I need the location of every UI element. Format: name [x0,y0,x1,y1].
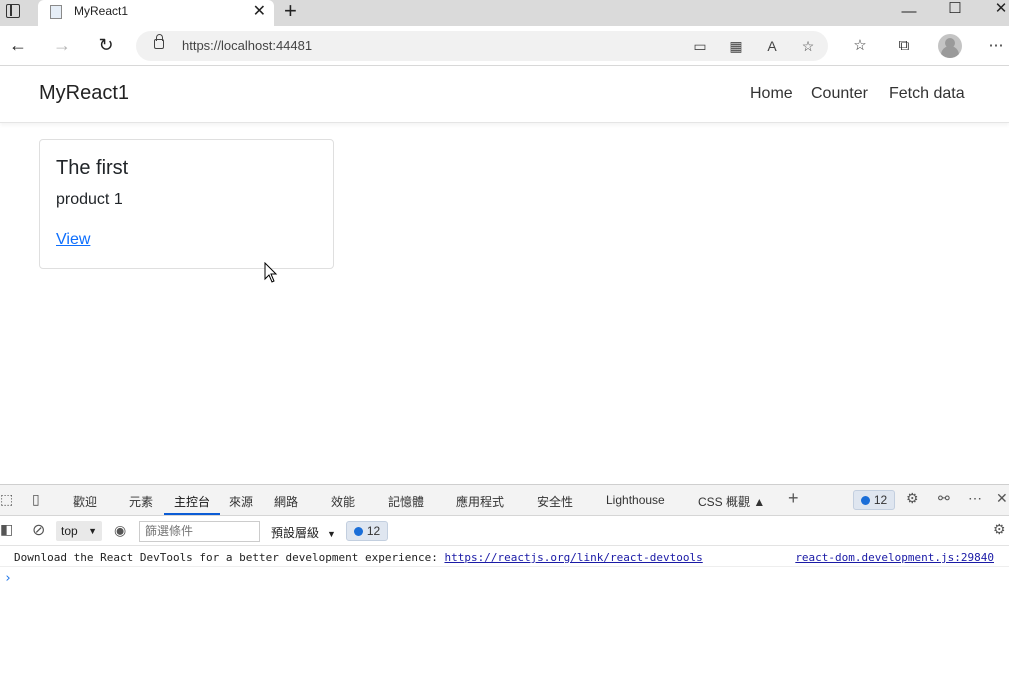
tab-network[interactable]: 網路 [274,493,298,510]
mouse-cursor-icon [264,262,278,283]
refresh-button[interactable]: ↻ [94,34,118,58]
filter-input[interactable]: 篩選條件 [139,521,260,542]
console-source-link[interactable]: react-dom.development.js:29840 [795,551,994,564]
tab-lighthouse[interactable]: Lighthouse [606,493,665,507]
read-aloud-icon[interactable]: A [762,36,782,56]
devtools-tabbar: ⬚ ▯ 歡迎 元素 主控台 來源 網路 效能 記憶體 應用程式 安全性 Ligh… [0,485,1009,516]
collections-icon[interactable]: ⧉ [892,34,916,58]
add-favorite-icon[interactable]: ☆ [798,36,818,56]
close-devtools-icon[interactable]: ✕ [996,490,1008,507]
message-icon [353,527,363,536]
nav-link-home[interactable]: Home [750,85,793,103]
issues-badge[interactable]: 12 [853,490,895,510]
tab-css-overview[interactable]: CSS 概觀 ▲ [698,493,765,510]
close-window-button[interactable]: ✕ [978,1,1009,27]
inspect-element-icon[interactable]: ⬚ [0,491,13,508]
console-issues-badge[interactable]: 12 [346,521,388,541]
tab-console[interactable]: 主控台 [174,493,210,510]
settings-gear-icon[interactable]: ⚙ [906,490,919,507]
log-level-value: 預設層級 [271,526,320,540]
console-message-text: Download the React DevTools for a better… [14,551,445,564]
tab-security[interactable]: 安全性 [537,493,573,510]
tab-actions-icon[interactable] [6,4,20,18]
live-expression-eye-icon[interactable]: ◉ [114,522,126,539]
console-message-row: Download the React DevTools for a better… [0,547,1009,567]
devtools-panel: ⬚ ▯ 歡迎 元素 主控台 來源 網路 效能 記憶體 應用程式 安全性 Ligh… [0,484,1009,687]
browser-titlebar: MyReact1 ✕ + — ☐ ✕ [0,0,1009,26]
favorites-icon[interactable]: ☆ [848,34,872,58]
console-prompt-icon[interactable]: › [4,571,12,586]
tab-welcome[interactable]: 歡迎 [73,493,97,510]
app-available-icon[interactable]: ▭ [690,36,710,56]
qr-code-icon[interactable]: ▦ [726,36,746,56]
view-link[interactable]: View [56,231,90,249]
dropdown-arrow-icon: ▼ [88,526,97,536]
tab-title: MyReact1 [74,4,129,18]
message-icon [860,496,870,505]
customize-devtools-icon[interactable]: ⋯ [968,490,982,507]
tab-elements[interactable]: 元素 [129,493,153,510]
context-select[interactable]: top ▼ [56,521,102,541]
active-tab-indicator [164,513,220,515]
dock-side-icon[interactable]: ⚯ [938,490,950,507]
page-favicon-icon [50,5,62,19]
product-card: The first product 1 View [39,139,334,269]
more-tools-icon[interactable]: + [788,488,799,509]
browser-toolbar: ← → ↻ https://localhost:44481 ▭ ▦ A ☆ ☆ … [0,26,1009,66]
card-text: product 1 [56,191,123,208]
react-devtools-link[interactable]: https://reactjs.org/link/react-devtools [444,551,702,564]
more-options-icon[interactable]: ⋯ [984,34,1008,58]
nav-link-fetch-data[interactable]: Fetch data [889,85,965,103]
profile-avatar[interactable] [938,34,962,58]
console-toolbar: ◧ ⊘ top ▼ ◉ 篩選條件 預設層級 ▼ 12 ⚙ [0,516,1009,546]
console-settings-icon[interactable]: ⚙ [993,521,1006,538]
tab-application[interactable]: 應用程式 [456,493,504,510]
issues-count: 12 [873,493,888,507]
device-emulation-icon[interactable]: ▯ [32,491,40,508]
console-message: Download the React DevTools for a better… [14,551,703,564]
dropdown-arrow-icon: ▼ [327,529,336,539]
maximize-button[interactable]: ☐ [932,1,978,27]
clear-console-icon[interactable]: ⊘ [32,520,45,540]
console-issues-count: 12 [366,524,381,538]
context-value: top [61,524,78,538]
url-text[interactable]: https://localhost:44481 [182,38,312,53]
back-button[interactable]: ← [6,34,30,58]
nav-link-counter[interactable]: Counter [811,85,868,103]
tab-memory[interactable]: 記憶體 [388,493,424,510]
log-level-select[interactable]: 預設層級 ▼ [271,524,336,541]
forward-button[interactable]: → [50,34,74,58]
sidebar-toggle-icon[interactable]: ◧ [0,521,13,538]
tab-performance[interactable]: 效能 [331,493,355,510]
card-title: The first [56,157,129,179]
lock-icon[interactable] [154,34,164,49]
browser-tab[interactable]: MyReact1 ✕ [38,0,274,26]
site-navbar: MyReact1 Home Counter Fetch data [0,66,1009,123]
new-tab-button[interactable]: + [284,0,297,22]
close-tab-icon[interactable]: ✕ [253,2,266,22]
address-bar[interactable]: https://localhost:44481 ▭ ▦ A ☆ [136,31,828,61]
tab-sources[interactable]: 來源 [229,493,253,510]
site-brand[interactable]: MyReact1 [39,82,129,105]
